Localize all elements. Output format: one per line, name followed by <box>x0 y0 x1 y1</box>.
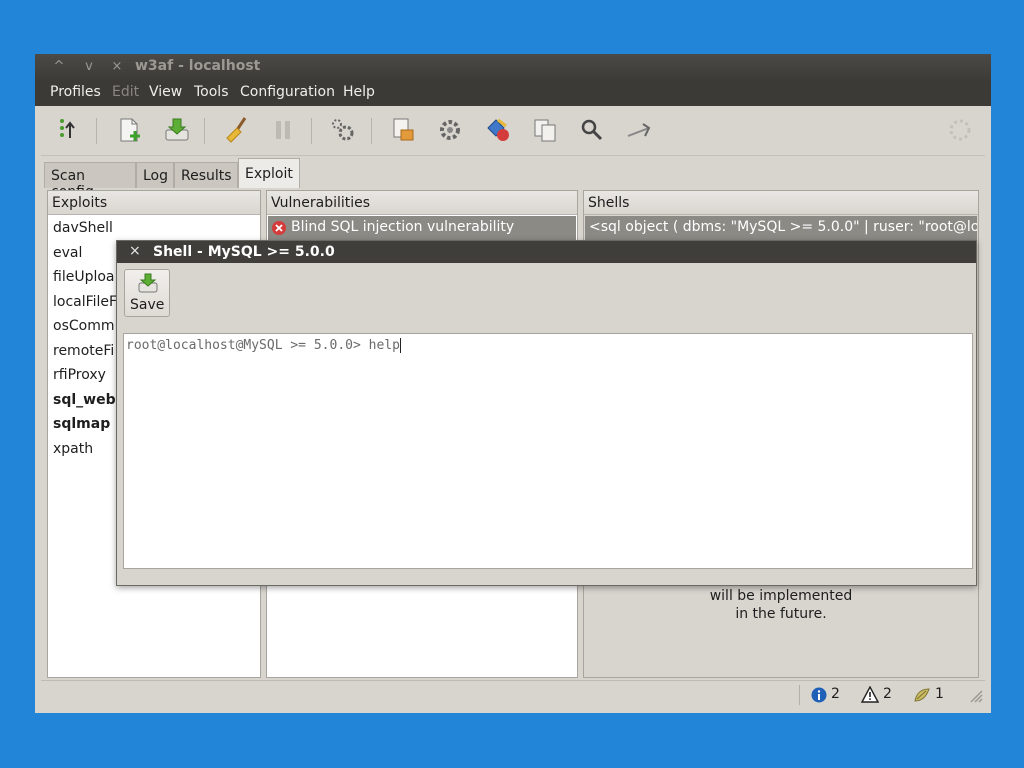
vulnerability-bug-icon <box>914 688 930 702</box>
save-download-icon <box>138 273 158 293</box>
wizard-icon <box>60 119 75 138</box>
gear-icon <box>440 120 460 140</box>
copy-documents-icon <box>534 119 556 142</box>
warning-icon <box>861 686 879 703</box>
close-window-button[interactable]: × <box>107 58 127 76</box>
menu-edit: Edit <box>112 84 140 100</box>
pause-icon <box>276 121 290 139</box>
toolbar <box>41 106 985 156</box>
exploit-item[interactable]: rfiProxy <box>53 367 106 383</box>
exploits-header[interactable]: Exploits <box>48 191 260 215</box>
info-count[interactable]: 2 <box>831 686 840 702</box>
vulnerability-name: Blind SQL injection vulnerability <box>291 219 515 235</box>
tab-exploit[interactable]: Exploit <box>238 158 300 188</box>
info-icon <box>811 687 827 703</box>
toolbar-separator <box>204 118 205 144</box>
terminal-prompt: root@localhost@MySQL >= 5.0.0> help <box>126 338 400 353</box>
tab-bar: Scan config Log Results Exploit <box>41 156 985 200</box>
shell-description: <sql object ( dbms: "MySQL >= 5.0.0" | r… <box>589 219 977 235</box>
exploit-item[interactable]: localFileF <box>53 294 117 310</box>
manual-request-button[interactable] <box>389 116 417 144</box>
gears-icon <box>332 119 354 141</box>
exploit-item[interactable]: remoteFi <box>53 343 114 359</box>
minimize-button[interactable]: v <box>79 58 99 76</box>
status-bar: 2 2 1 <box>41 680 985 708</box>
shell-terminal[interactable]: root@localhost@MySQL >= 5.0.0> help <box>123 333 973 569</box>
exploit-tool-button[interactable] <box>484 116 512 144</box>
exploit-item[interactable]: sqlmap <box>53 416 110 432</box>
error-icon <box>272 221 286 235</box>
exploit-item[interactable]: eval <box>53 245 82 261</box>
resize-grip-icon[interactable] <box>969 689 983 703</box>
save-download-icon <box>165 118 189 141</box>
maximize-button[interactable]: ^ <box>49 58 69 76</box>
new-document-icon <box>120 118 140 142</box>
exploit-item[interactable]: fileUploa <box>53 269 115 285</box>
tab-scan-config[interactable]: Scan config <box>44 162 136 200</box>
exploit-item[interactable]: sql_web <box>53 392 116 408</box>
dialog-title: Shell - MySQL >= 5.0.0 <box>153 244 335 260</box>
proxy-icon <box>627 123 651 137</box>
warning-count[interactable]: 2 <box>883 686 892 702</box>
save-profile-button[interactable] <box>163 116 191 144</box>
shell-dialog: × Shell - MySQL >= 5.0.0 Save root@local… <box>116 240 977 586</box>
save-button[interactable]: Save <box>124 269 170 317</box>
menu-profiles[interactable]: Profiles <box>50 84 101 100</box>
compare-button[interactable] <box>531 116 559 144</box>
tab-results[interactable]: Results <box>174 162 238 188</box>
exploit-item[interactable]: davShell <box>53 220 113 236</box>
plugins-button[interactable] <box>329 116 357 144</box>
spinner-icon <box>949 119 971 141</box>
dialog-title-bar: × Shell - MySQL >= 5.0.0 <box>117 241 976 263</box>
menu-tools[interactable]: Tools <box>194 84 229 100</box>
exploit-item[interactable]: xpath <box>53 441 93 457</box>
dialog-close-button[interactable]: × <box>129 243 141 259</box>
tab-log[interactable]: Log <box>136 162 174 188</box>
request-hand-icon <box>393 118 414 141</box>
status-separator <box>799 685 800 705</box>
menu-configuration[interactable]: Configuration <box>240 84 335 100</box>
shell-info-line1: will be implemented <box>709 588 853 604</box>
shells-header[interactable]: Shells <box>584 191 978 215</box>
broom-icon <box>226 117 247 143</box>
exploit-icon <box>487 118 509 141</box>
menu-bar: Profiles Edit View Tools Configuration H… <box>35 82 991 106</box>
title-bar: ^ v × w3af - localhost <box>35 54 991 82</box>
shell-row-selected[interactable]: <sql object ( dbms: "MySQL >= 5.0.0" | r… <box>585 216 977 240</box>
wizard-button[interactable] <box>53 116 81 144</box>
search-button[interactable] <box>578 116 606 144</box>
exploit-item[interactable]: osComm <box>53 318 114 334</box>
menu-help[interactable]: Help <box>343 84 375 100</box>
throbber <box>946 116 974 144</box>
vulnerability-count[interactable]: 1 <box>935 686 944 702</box>
toolbar-separator <box>371 118 372 144</box>
clear-button[interactable] <box>223 116 251 144</box>
shell-info-line2: in the future. <box>735 606 827 622</box>
menu-view[interactable]: View <box>149 84 182 100</box>
toolbar-separator <box>311 118 312 144</box>
search-icon <box>581 119 603 141</box>
save-button-label: Save <box>130 297 165 313</box>
vulnerabilities-header[interactable]: Vulnerabilities <box>267 191 577 215</box>
settings-button[interactable] <box>436 116 464 144</box>
window-title: w3af - localhost <box>135 58 261 74</box>
pause-button <box>269 116 297 144</box>
vulnerability-row-selected[interactable]: Blind SQL injection vulnerability <box>268 216 576 240</box>
new-profile-button[interactable] <box>115 116 143 144</box>
proxy-button[interactable] <box>625 116 653 144</box>
text-cursor <box>399 338 401 353</box>
toolbar-separator <box>96 118 97 144</box>
